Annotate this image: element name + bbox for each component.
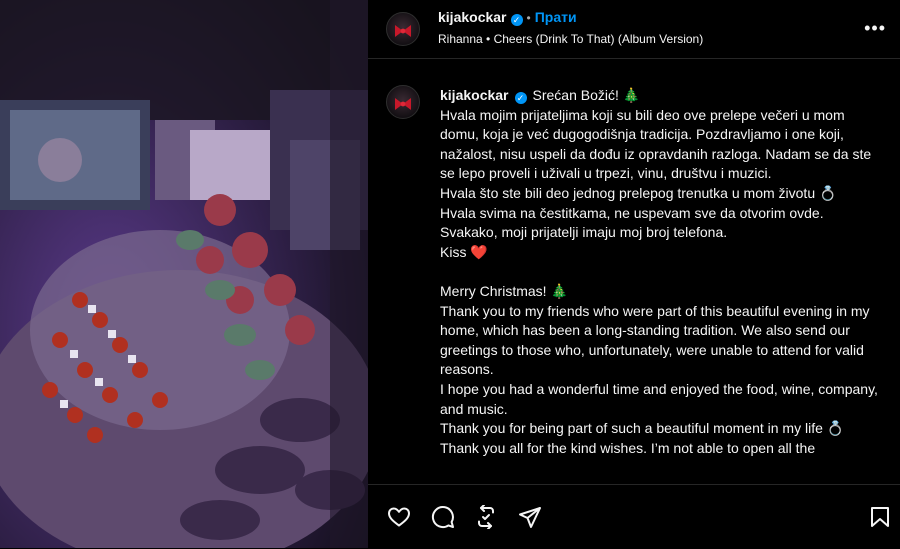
username[interactable]: kijakockar bbox=[438, 9, 507, 25]
repost-icon[interactable] bbox=[474, 504, 498, 530]
heart-icon[interactable] bbox=[387, 505, 411, 529]
post-photo[interactable] bbox=[0, 0, 368, 548]
avatar[interactable] bbox=[386, 12, 420, 46]
verified-badge-icon: ✓ bbox=[514, 92, 527, 104]
caption-line: Thank you to my friends who were part of… bbox=[440, 302, 870, 378]
comment-icon[interactable] bbox=[431, 505, 455, 529]
caption-line: Thank you for being part of such a beaut… bbox=[440, 420, 845, 437]
avatar[interactable] bbox=[386, 85, 420, 119]
post-details-panel: kijakockar ✓ • Прати Rihanna • Cheers (Drin… bbox=[368, 0, 900, 548]
caption-line: Thank you all for the kind wishes. I’m n… bbox=[440, 439, 816, 456]
caption-text: kijakockar ✓ Srećan Božić! 🎄 Hvala mojim p… bbox=[440, 86, 880, 458]
caption-line: Kiss ❤️ bbox=[440, 243, 488, 260]
caption-username[interactable]: kijakockar bbox=[440, 87, 509, 103]
post-header: kijakockar ✓ • Прати Rihanna • Cheers (Drin… bbox=[368, 0, 900, 59]
action-bar bbox=[368, 484, 900, 549]
caption-line: Hvala mojim prijateljima koji su bili de… bbox=[440, 106, 872, 182]
caption-line: Merry Christmas! 🎄 bbox=[440, 282, 568, 299]
red-bow-icon bbox=[395, 25, 411, 37]
caption-line: Hvala što ste bili deo jednog prelepog t… bbox=[440, 184, 837, 201]
more-options-icon[interactable]: ••• bbox=[864, 18, 886, 39]
caption-line: Hvala svima na čestitkama, ne uspevam sv… bbox=[440, 204, 824, 221]
bookmark-icon[interactable] bbox=[868, 505, 892, 529]
caption-first-line: Srećan Božić! 🎄 bbox=[532, 87, 641, 103]
audio-track[interactable]: Rihanna • Cheers (Drink To That) (Album … bbox=[438, 32, 703, 46]
caption-blank-line bbox=[440, 262, 880, 282]
caption-area: kijakockar ✓ Srećan Božić! 🎄 Hvala mojim p… bbox=[368, 58, 900, 484]
separator-dot: • bbox=[526, 11, 531, 25]
follow-button[interactable]: Прати bbox=[535, 9, 577, 25]
verified-badge-icon: ✓ bbox=[510, 14, 523, 26]
caption-line: I hope you had a wonderful time and enjo… bbox=[440, 380, 878, 417]
share-icon[interactable] bbox=[518, 505, 542, 529]
red-bow-icon bbox=[395, 98, 411, 110]
party-food-photo bbox=[0, 0, 368, 548]
caption-line: Svakako, moji prijatelji imaju moj broj … bbox=[440, 224, 728, 241]
